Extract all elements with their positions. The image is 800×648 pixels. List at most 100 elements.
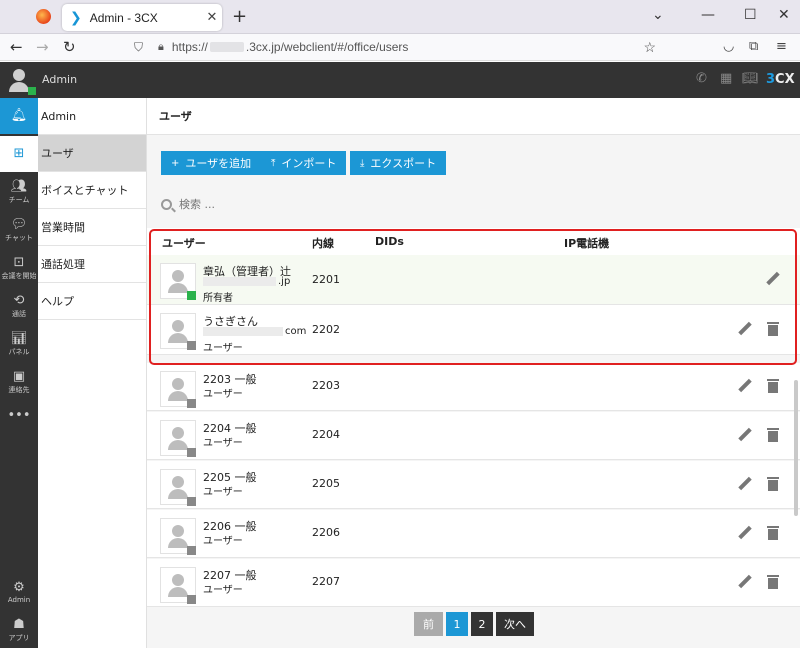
user-email: com	[203, 326, 306, 337]
close-window-button[interactable]: ✕	[778, 7, 790, 23]
bell-icon: 🔔︎	[10, 108, 28, 123]
import-button[interactable]: ⤒ インポート	[261, 151, 347, 175]
rail-panel[interactable]: 📊︎ パネル	[0, 326, 38, 362]
maximize-button[interactable]: ☐	[744, 7, 757, 23]
user-avatar	[160, 263, 196, 300]
rail-notifications[interactable]: 🔔︎	[0, 98, 38, 134]
address-bar[interactable]: ⛉ 🔒︎ https:// .3cx.jp/webclient/#/office…	[134, 36, 664, 58]
avatar[interactable]	[7, 67, 36, 95]
rail-meeting[interactable]: ⊡ 会議を開始	[0, 250, 38, 286]
main-content: ユーザ + ユーザを追加 ⤒ インポート ⤓ エクスポート ユーザー 内線 DI…	[147, 98, 800, 648]
edit-pencil-icon[interactable]	[738, 575, 752, 589]
trash-icon[interactable]	[767, 428, 779, 442]
forward-arrow-icon[interactable]: →	[36, 38, 49, 56]
user-role: ユーザー	[203, 487, 243, 498]
menu-item-admin[interactable]: Admin	[38, 98, 146, 135]
edit-pencil-icon[interactable]	[766, 272, 780, 286]
user-extension: 2205	[312, 477, 340, 490]
page-2-button[interactable]: 2	[471, 612, 493, 636]
page-title: ユーザ	[147, 98, 800, 135]
panel-icon: 📊︎	[10, 330, 28, 346]
manual-book-icon[interactable]: 📖︎	[742, 71, 759, 86]
offline-status-icon	[187, 448, 196, 457]
menu-item-call-handling[interactable]: 通話処理	[38, 246, 146, 283]
user-email: .jp	[203, 276, 290, 287]
edit-pencil-icon[interactable]	[738, 379, 752, 393]
user-role: ユーザー	[203, 536, 243, 547]
browser-tab[interactable]: ❯ Admin - 3CX ✕	[62, 4, 222, 31]
rail-office[interactable]: ⊞	[0, 136, 38, 172]
rail-chat[interactable]: 💬︎ チャット	[0, 212, 38, 248]
rail-contacts[interactable]: ▣ 連絡先	[0, 364, 38, 400]
table-header: ユーザー 内線 DIDs IP電話機	[147, 228, 800, 255]
online-status-icon	[28, 87, 36, 95]
edit-pencil-icon[interactable]	[738, 477, 752, 491]
edit-pencil-icon[interactable]	[738, 428, 752, 442]
offline-status-icon	[187, 595, 196, 604]
app-header: Admin ✆ ▦ 📖︎ 3CX	[0, 62, 800, 98]
rail-more[interactable]: •••	[0, 398, 38, 434]
offline-status-icon	[187, 399, 196, 408]
table-row[interactable]: 2205 一般 ユーザー 2205	[147, 461, 800, 509]
user-avatar	[160, 371, 196, 408]
rail-calls[interactable]: ⟲ 通話	[0, 288, 38, 324]
table-row[interactable]: 2207 一般 ユーザー 2207	[147, 559, 800, 607]
col-user[interactable]: ユーザー	[162, 235, 206, 251]
table-row[interactable]: 2206 一般 ユーザー 2206	[147, 510, 800, 558]
col-ip-phone[interactable]: IP電話機	[564, 235, 609, 251]
search-box	[161, 198, 329, 211]
apps-icon: ☗	[13, 616, 25, 632]
rail-team[interactable]: 👥︎ チーム	[0, 174, 38, 210]
prev-page-button[interactable]: 前	[414, 612, 443, 636]
trash-icon[interactable]	[767, 322, 779, 336]
rail-apps[interactable]: ☗ アプリ	[0, 612, 38, 648]
col-dids[interactable]: DIDs	[375, 235, 404, 248]
team-icon: 👥︎	[10, 178, 28, 194]
user-avatar	[160, 313, 196, 350]
pocket-icon[interactable]: ◡	[723, 39, 734, 54]
content-scrollbar[interactable]	[794, 380, 798, 516]
trash-icon[interactable]	[767, 575, 779, 589]
menu-hamburger-icon[interactable]: ≡	[776, 39, 787, 54]
user-role: ユーザー	[203, 585, 243, 596]
export-icon: ⤓	[360, 157, 365, 169]
user-avatar	[160, 567, 196, 604]
user-role: ユーザー	[203, 389, 243, 400]
user-extension: 2206	[312, 526, 340, 539]
export-button[interactable]: ⤓ エクスポート	[350, 151, 447, 175]
menu-item-help[interactable]: ヘルプ	[38, 283, 146, 320]
trash-icon[interactable]	[767, 526, 779, 540]
page-1-button[interactable]: 1	[446, 612, 468, 636]
new-tab-button[interactable]: +	[232, 6, 247, 27]
3cx-favicon-icon: ❯	[70, 9, 82, 26]
edit-pencil-icon[interactable]	[738, 526, 752, 540]
extensions-icon[interactable]: ⧉	[749, 39, 758, 54]
bookmark-star-icon[interactable]: ☆	[643, 39, 656, 56]
search-input[interactable]	[179, 198, 329, 211]
header-username: Admin	[42, 73, 78, 86]
next-page-button[interactable]: 次へ	[496, 612, 534, 636]
trash-icon[interactable]	[767, 379, 779, 393]
minimize-button[interactable]: —	[701, 7, 715, 23]
meeting-icon: ⊡	[13, 254, 25, 270]
search-icon	[161, 199, 172, 210]
menu-item-users[interactable]: ユーザ	[38, 135, 146, 172]
history-icon: ⟲	[13, 292, 25, 308]
col-ext[interactable]: 内線	[312, 235, 334, 251]
phone-icon[interactable]: ✆	[696, 71, 707, 86]
trash-icon[interactable]	[767, 477, 779, 491]
table-row[interactable]: 章弘（管理者）辻 .jp 所有者 2201	[147, 255, 800, 305]
table-row[interactable]: 2203 一般 ユーザー 2203	[147, 363, 800, 411]
tab-list-chevron-icon[interactable]: ⌄	[652, 7, 664, 23]
edit-pencil-icon[interactable]	[738, 322, 752, 336]
table-row[interactable]: うさぎさん com ユーザー 2202	[147, 305, 800, 355]
menu-item-office-hours[interactable]: 営業時間	[38, 209, 146, 246]
menu-item-voice-chat[interactable]: ボイスとチャット	[38, 172, 146, 209]
rail-admin[interactable]: ⚙ Admin	[0, 574, 38, 610]
add-user-button[interactable]: + ユーザを追加	[161, 151, 262, 175]
reload-icon[interactable]: ↻	[63, 38, 76, 56]
back-arrow-icon[interactable]: ←	[10, 38, 23, 56]
table-row[interactable]: 2204 一般 ユーザー 2204	[147, 412, 800, 460]
tab-close-icon[interactable]: ✕	[202, 10, 222, 25]
qr-code-icon[interactable]: ▦	[720, 71, 732, 86]
